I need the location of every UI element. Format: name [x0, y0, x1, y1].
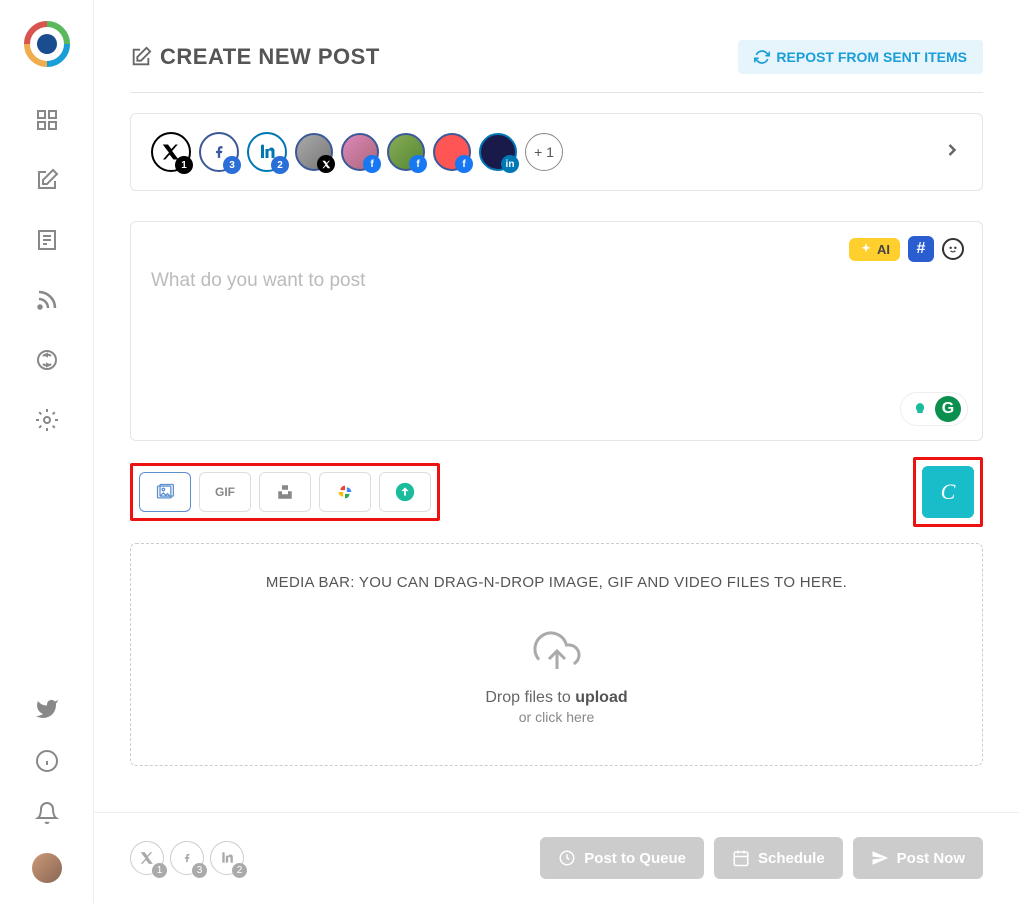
unsplash-button[interactable]: [259, 472, 311, 512]
drop-strong: upload: [575, 689, 627, 706]
post-to-queue-button[interactable]: Post to Queue: [540, 837, 704, 879]
image-icon: [153, 482, 177, 502]
account-profile-4[interactable]: f: [433, 133, 471, 171]
hashtag-button[interactable]: #: [908, 236, 934, 262]
footer-buttons: Post to Queue Schedule Post Now: [540, 837, 983, 879]
dashboard-icon[interactable]: [35, 108, 59, 132]
account-profile-1[interactable]: [295, 133, 333, 171]
repost-label: REPOST FROM SENT ITEMS: [776, 49, 967, 65]
account-x[interactable]: 1: [151, 132, 191, 172]
fb-badge-icon: f: [409, 155, 427, 173]
canva-button[interactable]: C: [922, 466, 974, 518]
main-area: CREATE NEW POST REPOST FROM SENT ITEMS 1…: [94, 0, 1019, 903]
account-profile-5[interactable]: in: [479, 133, 517, 171]
media-buttons-highlight: GIF: [130, 463, 440, 521]
app-logo[interactable]: [23, 20, 71, 68]
header-divider: [130, 92, 983, 93]
emoji-button[interactable]: [942, 238, 964, 260]
rss-icon[interactable]: [35, 288, 59, 312]
x-icon: [140, 851, 154, 865]
queue-label: Post to Queue: [584, 850, 686, 867]
schedule-label: Schedule: [758, 850, 825, 867]
composer-tools: AI #: [849, 236, 964, 262]
accounts-more[interactable]: + 1: [525, 133, 563, 171]
send-icon: [871, 849, 889, 867]
accounts-selector[interactable]: 1 3 2 f f f in + 1: [130, 113, 983, 191]
media-dropzone[interactable]: MEDIA BAR: YOU CAN DRAG-N-DROP IMAGE, GI…: [130, 543, 983, 766]
footer-fb-account[interactable]: 3: [170, 841, 204, 875]
fb-badge-icon: f: [455, 155, 473, 173]
x-badge-icon: [317, 155, 335, 173]
lightbulb-icon[interactable]: [907, 396, 933, 422]
info-icon[interactable]: [35, 749, 59, 773]
canva-highlight: C: [913, 457, 983, 527]
google-photos-icon: [334, 481, 356, 503]
twitter-icon[interactable]: [35, 697, 59, 721]
queue-icon: [558, 849, 576, 867]
composer-extensions: G: [900, 392, 968, 426]
account-profile-3[interactable]: f: [387, 133, 425, 171]
media-bar-text: MEDIA BAR: YOU CAN DRAG-N-DROP IMAGE, GI…: [151, 574, 962, 591]
footer-x-count: 1: [152, 863, 167, 878]
facebook-icon: [182, 850, 192, 866]
linkedin-icon: [220, 851, 234, 865]
nav-icons: [35, 108, 59, 432]
media-toolbar: GIF C: [130, 457, 983, 527]
footer-fb-count: 3: [192, 863, 207, 878]
fb-badge-icon: f: [363, 155, 381, 173]
drop-prefix: Drop files to: [485, 689, 575, 706]
gif-button[interactable]: GIF: [199, 472, 251, 512]
chevron-right-icon[interactable]: [942, 140, 962, 165]
refresh-icon: [754, 49, 770, 65]
grammarly-icon[interactable]: G: [935, 396, 961, 422]
footer-li-account[interactable]: 2: [210, 841, 244, 875]
composer-placeholder: What do you want to post: [151, 270, 962, 292]
calendar-icon: [732, 849, 750, 867]
sidebar: [0, 0, 94, 903]
image-button[interactable]: [139, 472, 191, 512]
google-photos-button[interactable]: [319, 472, 371, 512]
footer-li-count: 2: [232, 863, 247, 878]
repost-button[interactable]: REPOST FROM SENT ITEMS: [738, 40, 983, 74]
cloud-upload-icon: [525, 627, 589, 675]
post-composer[interactable]: AI # What do you want to post G: [130, 221, 983, 441]
now-label: Post Now: [897, 850, 965, 867]
post-now-button[interactable]: Post Now: [853, 837, 983, 879]
edit-icon: [130, 46, 152, 68]
page-title: CREATE NEW POST: [130, 44, 380, 70]
compose-icon[interactable]: [35, 168, 59, 192]
drop-sub: or click here: [151, 709, 962, 725]
document-icon[interactable]: [35, 228, 59, 252]
unsplash-icon: [276, 483, 294, 501]
account-li-count: 2: [271, 156, 289, 174]
gif-label: GIF: [215, 485, 235, 499]
upload-badge-icon: [394, 481, 416, 503]
account-profile-2[interactable]: f: [341, 133, 379, 171]
upload-cloud-button[interactable]: [379, 472, 431, 512]
recycle-icon[interactable]: [35, 348, 59, 372]
header-row: CREATE NEW POST REPOST FROM SENT ITEMS: [130, 40, 983, 74]
footer: 1 3 2 Post to Queue Schedule Post Now: [94, 812, 1019, 903]
sidebar-bottom: [32, 697, 62, 883]
account-fb-count: 3: [223, 156, 241, 174]
page-title-text: CREATE NEW POST: [160, 44, 380, 70]
account-linkedin[interactable]: 2: [247, 132, 287, 172]
footer-x-account[interactable]: 1: [130, 841, 164, 875]
schedule-button[interactable]: Schedule: [714, 837, 843, 879]
settings-icon[interactable]: [35, 408, 59, 432]
account-x-count: 1: [175, 156, 193, 174]
drop-text: Drop files to upload: [151, 689, 962, 707]
ai-label: AI: [877, 242, 890, 257]
li-badge-icon: in: [501, 155, 519, 173]
ai-button[interactable]: AI: [849, 238, 900, 261]
bell-icon[interactable]: [35, 801, 59, 825]
sparkle-icon: [859, 242, 873, 256]
user-avatar[interactable]: [32, 853, 62, 883]
account-facebook[interactable]: 3: [199, 132, 239, 172]
